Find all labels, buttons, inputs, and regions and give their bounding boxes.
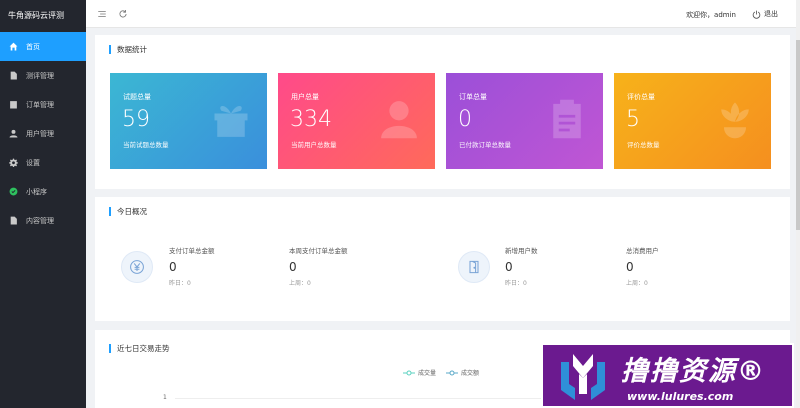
sidebar-item-label: 首页 — [26, 42, 40, 51]
today-panel: 今日概况 支付订单总金额 0 昨日：0 本周支付订单总金额 0 上周：0 新增用… — [95, 197, 790, 321]
legend-label: 成交额 — [461, 370, 480, 377]
sidebar-item-label: 用户管理 — [26, 129, 54, 138]
legend-item[interactable]: 成交额 — [446, 368, 479, 377]
card-subtitle: 当前用户总数量 — [291, 141, 337, 149]
gift-icon — [209, 97, 253, 141]
stat-label: 总消费用户 — [626, 247, 659, 255]
stat-new-users: 新增用户数 0 昨日：0 — [505, 245, 538, 287]
yuan-icon — [121, 251, 153, 283]
card-title: 用户总量 — [291, 93, 319, 101]
card-title: 试题总量 — [123, 93, 151, 101]
sidebar-item-label: 订单管理 — [26, 100, 54, 109]
stat-value: 0 — [289, 260, 297, 274]
file-icon — [8, 71, 18, 81]
watermark-banner: 撸撸资源® www.lulures.com — [541, 343, 794, 408]
sidebar-item-label: 内容管理 — [26, 216, 54, 225]
legend-label: 成交量 — [418, 370, 437, 377]
clipboard-icon — [545, 97, 589, 141]
logout-button[interactable]: 退出 — [752, 9, 778, 19]
flower-icon — [713, 97, 757, 141]
watermark-url: www.lulures.com — [627, 389, 734, 403]
card-title: 评价总量 — [627, 93, 655, 101]
card-users[interactable]: 用户总量 334 当前用户总数量 — [278, 73, 435, 169]
logout-label: 退出 — [764, 10, 778, 18]
menu-toggle-icon[interactable] — [97, 9, 107, 19]
sidebar-item-users[interactable]: 用户管理 — [0, 119, 86, 148]
axis-tick-label: 1 — [163, 394, 167, 401]
stat-label: 支付订单总金额 — [169, 247, 215, 255]
panel-title: 今日概况 — [109, 207, 147, 216]
card-reviews[interactable]: 评价总量 5 评价总数量 — [614, 73, 771, 169]
user-icon — [377, 97, 421, 141]
card-value: 5 — [626, 107, 640, 132]
document-icon — [8, 216, 18, 226]
sidebar-item-label: 小程序 — [26, 187, 47, 196]
stat-value: 0 — [169, 260, 177, 274]
scrollbar-thumb[interactable] — [796, 40, 800, 230]
watermark-text: 撸撸资源® — [621, 355, 766, 387]
sidebar-item-home[interactable]: 首页 — [0, 32, 86, 61]
stats-panel: 数据统计 试题总量 59 当前试题总数量 用户总量 334 当前用户总数量 订单… — [95, 35, 790, 189]
door-icon — [458, 251, 490, 283]
stat-label: 新增用户数 — [505, 247, 538, 255]
user-icon — [8, 129, 18, 139]
miniprogram-icon — [8, 187, 18, 197]
gear-icon — [8, 158, 18, 168]
sidebar-item-settings[interactable]: 设置 — [0, 148, 86, 177]
stat-value: 0 — [505, 260, 513, 274]
power-icon — [752, 10, 761, 19]
stat-label: 本周支付订单总金额 — [289, 247, 348, 255]
sidebar-item-content[interactable]: 内容管理 — [0, 206, 86, 235]
chart-legend: 成交量 成交额 — [403, 368, 479, 377]
stat-pay-amount: 支付订单总金额 0 昨日：0 — [169, 245, 215, 287]
order-icon — [8, 100, 18, 110]
stat-value: 0 — [626, 260, 634, 274]
sidebar-item-label: 测评管理 — [26, 71, 54, 80]
card-value: 0 — [458, 107, 472, 132]
stat-week-pay-amount: 本周支付订单总金额 0 上周：0 — [289, 245, 348, 287]
card-questions[interactable]: 试题总量 59 当前试题总数量 — [110, 73, 267, 169]
watermark-logo-icon — [561, 353, 605, 400]
top-bar: 欢迎你，admin 退出 — [86, 0, 800, 28]
welcome-text: 欢迎你，admin — [686, 11, 736, 19]
sidebar-item-miniprogram[interactable]: 小程序 — [0, 177, 86, 206]
card-value: 334 — [290, 107, 332, 132]
sidebar-item-orders[interactable]: 订单管理 — [0, 90, 86, 119]
panel-title: 近七日交易走势 — [109, 344, 170, 353]
card-subtitle: 评价总数量 — [627, 141, 660, 149]
page-scrollbar[interactable] — [796, 0, 800, 408]
home-icon — [8, 42, 18, 52]
card-subtitle: 已付款订单总数量 — [459, 141, 511, 149]
stat-previous: 上周：0 — [289, 280, 311, 287]
card-orders[interactable]: 订单总量 0 已付款订单总数量 — [446, 73, 603, 169]
card-subtitle: 当前试题总数量 — [123, 141, 169, 149]
sidebar: 牛角源码云评测 首页 测评管理 订单管理 用户管理 设置 小程序 内容管理 — [0, 0, 86, 408]
stat-previous: 昨日：0 — [169, 280, 191, 287]
panel-title: 数据统计 — [109, 45, 147, 54]
legend-item[interactable]: 成交量 — [403, 368, 436, 377]
stat-previous: 昨日：0 — [505, 280, 527, 287]
card-title: 订单总量 — [459, 93, 487, 101]
card-value: 59 — [122, 107, 150, 132]
stat-previous: 上周：0 — [626, 280, 648, 287]
sidebar-item-evaluation[interactable]: 测评管理 — [0, 61, 86, 90]
sidebar-item-label: 设置 — [26, 158, 40, 167]
app-brand: 牛角源码云评测 — [0, 0, 86, 32]
stat-total-paying-users: 总消费用户 0 上周：0 — [626, 245, 659, 287]
refresh-icon[interactable] — [118, 9, 128, 19]
